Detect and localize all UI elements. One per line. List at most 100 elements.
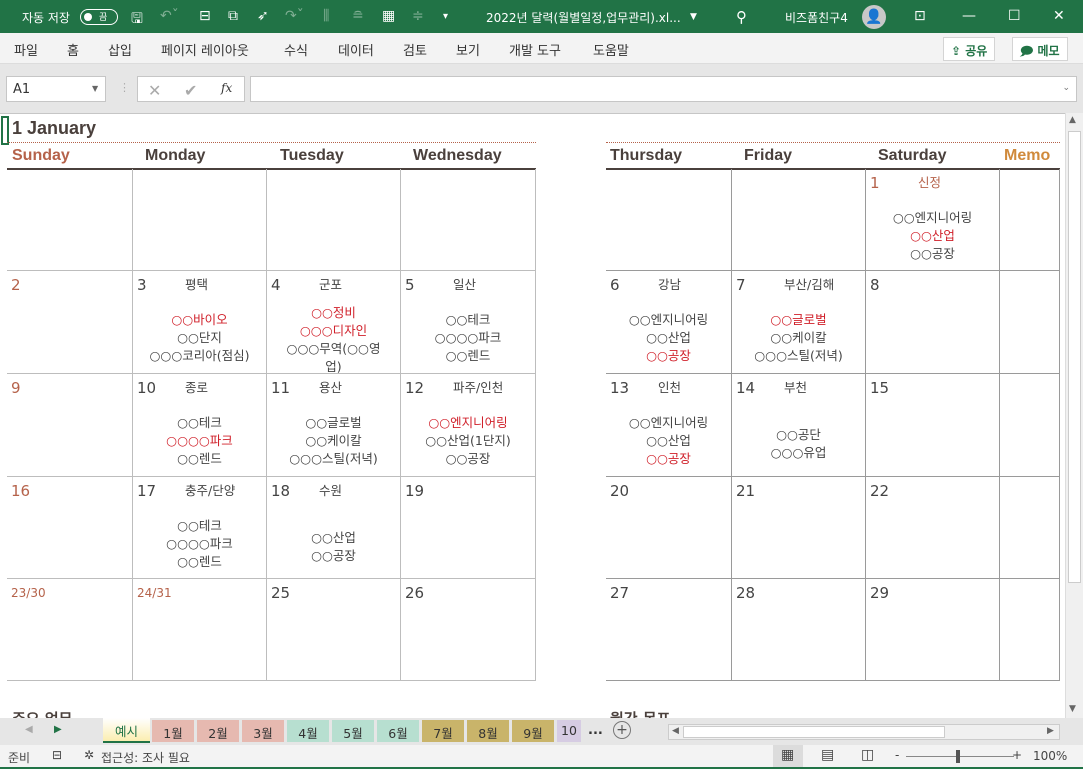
- minimize-icon[interactable]: —: [962, 8, 976, 24]
- calendar-cell[interactable]: [606, 169, 732, 271]
- sheet-tab[interactable]: 5월: [332, 720, 374, 742]
- calendar-cell[interactable]: [732, 169, 866, 271]
- calendar-cell[interactable]: 17 충주/단양 ○○테크 ○○○○파크 ○○렌드: [133, 477, 267, 579]
- group-icon[interactable]: ≑: [412, 8, 424, 24]
- maximize-icon[interactable]: ☐: [1008, 8, 1021, 24]
- page-break-view-icon[interactable]: ◫: [861, 747, 874, 763]
- calendar-cell[interactable]: 16: [7, 477, 133, 579]
- memo-cell[interactable]: [1000, 579, 1060, 681]
- page-layout-view-icon[interactable]: ▤: [821, 747, 834, 763]
- insert-function-icon[interactable]: fx: [221, 81, 232, 95]
- scroll-up-icon[interactable]: ▲: [1069, 115, 1076, 125]
- sheet-tab[interactable]: 7월: [422, 720, 464, 742]
- calendar-cell[interactable]: [7, 169, 133, 271]
- align-icon[interactable]: ≘: [352, 8, 364, 24]
- chevron-down-icon[interactable]: ▼: [92, 84, 98, 93]
- calendar-cell[interactable]: [267, 169, 401, 271]
- calendar-cell[interactable]: 7 부산/김해 ○○글로벌 ○○케이칼 ○○○스틸(저녁): [732, 271, 866, 374]
- memo-cell[interactable]: [1000, 477, 1060, 579]
- calendar-cell[interactable]: 3 평택 ○○바이오 ○○단지 ○○○코리아(점심): [133, 271, 267, 374]
- calendar-cell[interactable]: 29: [866, 579, 1000, 681]
- file-name[interactable]: 2022년 달력(월별일정,업무관리).xl...: [486, 9, 681, 26]
- calendar-cell[interactable]: 26: [401, 579, 536, 681]
- cancel-icon[interactable]: ✕: [148, 81, 161, 100]
- vertical-scrollbar[interactable]: ▲ ▼: [1065, 113, 1083, 718]
- tab-formulas[interactable]: 수식: [284, 40, 308, 59]
- calendar-cell[interactable]: 13 인천 ○○엔지니어링 ○○산업 ○○공장: [606, 374, 732, 477]
- tab-view[interactable]: 보기: [456, 40, 480, 59]
- active-cell-a1[interactable]: [1, 116, 9, 145]
- sheet-tab[interactable]: 8월: [467, 720, 509, 742]
- ribbon-display-icon[interactable]: ⊡: [914, 8, 926, 24]
- calendar-cell[interactable]: 1 신정 ○○엔지니어링 ○○산업 ○○공장: [866, 169, 1000, 271]
- worksheet[interactable]: 1 January Sunday Monday Tuesday Wednesday Th…: [0, 113, 1065, 718]
- distribute-icon[interactable]: ⫼: [323, 8, 329, 24]
- redo-icon[interactable]: ↷ˇ: [285, 8, 304, 24]
- close-icon[interactable]: ✕: [1053, 8, 1065, 24]
- comments-button[interactable]: 🗩 메모: [1012, 37, 1068, 61]
- share-button[interactable]: ⇪ 공유: [943, 37, 996, 61]
- calendar-cell[interactable]: 12 파주/인천 ○○엔지니어링 ○○산업(1단지) ○○공장: [401, 374, 536, 477]
- calendar-cell[interactable]: 15: [866, 374, 1000, 477]
- calendar-cell[interactable]: 8: [866, 271, 1000, 374]
- calendar-cell[interactable]: 21: [732, 477, 866, 579]
- calendar-cell[interactable]: 9: [7, 374, 133, 477]
- tab-file[interactable]: 파일: [14, 40, 38, 59]
- tab-help[interactable]: 도움말: [593, 40, 629, 59]
- calendar-cell[interactable]: 20: [606, 477, 732, 579]
- table-icon[interactable]: ▦: [382, 8, 395, 24]
- calendar-cell[interactable]: 5 일산 ○○테크 ○○○○파크 ○○렌드: [401, 271, 536, 374]
- sheet-tab[interactable]: 예시: [103, 718, 150, 743]
- calendar-cell[interactable]: 18 수원 ○○산업 ○○공장: [267, 477, 401, 579]
- calendar-cell[interactable]: 25: [267, 579, 401, 681]
- scroll-tabs-right-icon[interactable]: ▶: [54, 724, 62, 735]
- autosave-toggle[interactable]: 끔: [80, 9, 118, 25]
- scrollbar-thumb[interactable]: [1068, 131, 1081, 583]
- sheet-tab[interactable]: 2월: [197, 720, 239, 742]
- calendar-cell[interactable]: 4 군포 ○○정비 ○○○디자인 ○○○무역(○○영 업): [267, 271, 401, 374]
- fit-width-icon[interactable]: ⊟: [199, 8, 211, 24]
- customize-toolbar-icon[interactable]: ▾: [443, 11, 448, 22]
- h-scrollbar-thumb[interactable]: [683, 726, 945, 738]
- search-icon[interactable]: ⚲: [736, 8, 747, 26]
- add-sheet-icon[interactable]: +: [613, 721, 631, 739]
- name-box[interactable]: A1 ▼: [6, 76, 106, 102]
- zoom-slider-handle[interactable]: [956, 750, 960, 763]
- tab-insert[interactable]: 삽입: [108, 40, 132, 59]
- normal-view-button[interactable]: ▦: [773, 745, 803, 767]
- scroll-tabs-left-icon[interactable]: ◀: [25, 724, 33, 735]
- scroll-right-icon[interactable]: ▶: [1047, 726, 1054, 736]
- scroll-down-icon[interactable]: ▼: [1069, 704, 1076, 714]
- zoom-level[interactable]: 100%: [1033, 749, 1067, 763]
- scroll-left-icon[interactable]: ◀: [672, 726, 679, 736]
- memo-cell[interactable]: [1000, 271, 1060, 374]
- memo-cell[interactable]: [1000, 169, 1060, 271]
- zoom-slider[interactable]: [906, 756, 1014, 757]
- tab-data[interactable]: 데이터: [338, 40, 374, 59]
- undo-icon[interactable]: ↶ˇ: [160, 8, 179, 24]
- tab-review[interactable]: 검토: [403, 40, 427, 59]
- formula-input[interactable]: ⌄: [250, 76, 1077, 102]
- sheet-tab[interactable]: 9월: [512, 720, 554, 742]
- zoom-in-button[interactable]: +: [1012, 748, 1022, 762]
- calendar-cell[interactable]: 23/30: [7, 579, 133, 681]
- more-sheets[interactable]: ...: [588, 723, 603, 738]
- calendar-cell[interactable]: 14 부천 ○○공단 ○○○유업: [732, 374, 866, 477]
- filename-dropdown-icon[interactable]: ▼: [690, 12, 697, 22]
- zoom-out-button[interactable]: -: [895, 748, 899, 762]
- calendar-cell[interactable]: 28: [732, 579, 866, 681]
- enter-icon[interactable]: ✔: [184, 81, 197, 100]
- sheet-tab[interactable]: 10: [557, 720, 581, 742]
- sheet-tab[interactable]: 6월: [377, 720, 419, 742]
- calendar-cell[interactable]: 10 종로 ○○테크 ○○○○파크 ○○렌드: [133, 374, 267, 477]
- accessibility-status[interactable]: 접근성: 조사 필요: [101, 749, 190, 766]
- avatar[interactable]: 👤: [862, 5, 886, 29]
- horizontal-scrollbar[interactable]: ◀ ▶: [668, 724, 1060, 740]
- calendar-cell[interactable]: 27: [606, 579, 732, 681]
- tab-home[interactable]: 홈: [67, 40, 79, 59]
- calendar-cell[interactable]: 2: [7, 271, 133, 374]
- accessibility-icon[interactable]: ✲: [84, 748, 94, 762]
- calendar-cell[interactable]: [133, 169, 267, 271]
- sheet-tab[interactable]: 4월: [287, 720, 329, 742]
- calendar-cell[interactable]: 22: [866, 477, 1000, 579]
